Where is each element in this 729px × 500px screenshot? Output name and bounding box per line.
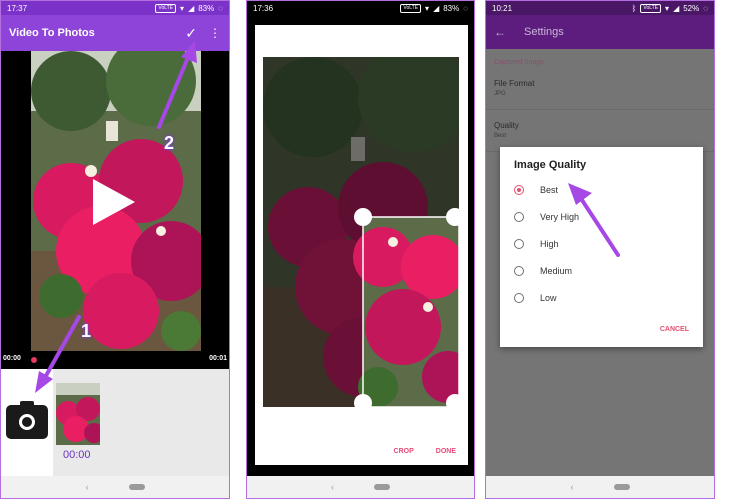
- back-icon[interactable]: ‹: [571, 482, 574, 492]
- battery-icon: ◌: [218, 3, 223, 13]
- status-bar: 17:36 VoLTE ▾ ◢ 83% ◌: [247, 1, 474, 15]
- radio-icon[interactable]: [514, 239, 524, 249]
- wifi-icon: ▾: [180, 3, 185, 13]
- option-medium[interactable]: Medium: [514, 264, 572, 278]
- phone-crop-screen: 17:36 VoLTE ▾ ◢ 83% ◌ CROP DONE ‹: [246, 0, 475, 499]
- crop-actions: CROP DONE: [394, 448, 456, 455]
- step-badge-2: 2: [164, 133, 175, 153]
- cancel-button[interactable]: CANCEL: [660, 326, 689, 333]
- option-label: Best: [540, 185, 559, 195]
- thumbnail-time: 00:00: [63, 449, 91, 461]
- page-title: Settings: [524, 26, 564, 38]
- back-icon[interactable]: ‹: [86, 482, 89, 492]
- option-label: Medium: [540, 266, 573, 276]
- time-end: 00:01: [209, 355, 227, 362]
- time-start: 00:00: [3, 355, 21, 362]
- phone-settings-screen: 10:21 ᛒ VoLTE ▾ ◢ 52% ◌ ← Settings Captu…: [485, 0, 715, 499]
- system-nav-bar: ‹: [247, 476, 474, 498]
- option-label: High: [540, 239, 559, 249]
- battery-icon: ◌: [703, 3, 708, 13]
- crop-dialog: CROP DONE: [255, 25, 468, 465]
- app-title: Video To Photos: [9, 27, 95, 39]
- app-bar: ← Settings: [486, 15, 714, 49]
- option-label: Low: [540, 293, 557, 303]
- option-low[interactable]: Low: [514, 291, 557, 305]
- step-badge-1: 1: [81, 321, 92, 341]
- wifi-icon: ▾: [425, 3, 430, 13]
- dialog-title: Image Quality: [514, 159, 587, 171]
- radio-icon[interactable]: [514, 293, 524, 303]
- status-time: 17:36: [253, 3, 274, 13]
- option-high[interactable]: High: [514, 237, 559, 251]
- camera-icon[interactable]: [6, 401, 48, 439]
- battery-level: 52%: [683, 3, 700, 13]
- radio-selected-icon[interactable]: [514, 185, 524, 195]
- crop-button[interactable]: CROP: [394, 448, 414, 455]
- bluetooth-icon: ᛒ: [631, 3, 637, 13]
- arrow-icon: [568, 183, 620, 257]
- crop-image[interactable]: [263, 57, 459, 407]
- arrow-icon: [157, 41, 197, 129]
- option-best[interactable]: Best: [514, 183, 558, 197]
- play-icon[interactable]: [93, 179, 135, 225]
- wifi-icon: ▾: [665, 3, 670, 13]
- signal-icon: ◢: [433, 3, 440, 13]
- radio-icon[interactable]: [514, 266, 524, 276]
- quality-value: Best: [494, 133, 507, 139]
- done-button[interactable]: DONE: [436, 448, 456, 455]
- section-header: Captured Image: [494, 59, 545, 66]
- signal-icon: ◢: [188, 3, 195, 13]
- battery-level: 83%: [443, 3, 460, 13]
- home-icon[interactable]: [128, 484, 145, 490]
- phone-video-to-photos: 17:37 VoLTE ▾ ◢ 83% ◌ Video To Photos ✓ …: [0, 0, 230, 499]
- battery-icon: ◌: [463, 3, 468, 13]
- system-nav-bar: ‹: [1, 476, 229, 498]
- battery-level: 83%: [198, 3, 215, 13]
- divider: [486, 109, 714, 110]
- system-nav-bar: ‹: [486, 476, 714, 498]
- overflow-menu-icon[interactable]: ⋮: [209, 26, 221, 40]
- volte-badge: VoLTE: [155, 3, 177, 13]
- volte-badge: VoLTE: [640, 3, 662, 13]
- status-time: 17:37: [7, 3, 28, 13]
- back-icon[interactable]: ‹: [331, 482, 334, 492]
- arrow-back-icon[interactable]: ←: [494, 25, 506, 39]
- quality-title[interactable]: Quality: [494, 121, 519, 130]
- home-icon[interactable]: [613, 484, 630, 490]
- volte-badge: VoLTE: [400, 3, 422, 13]
- home-icon[interactable]: [374, 484, 390, 490]
- status-bar: 10:21 ᛒ VoLTE ▾ ◢ 52% ◌: [486, 1, 714, 15]
- status-bar: 17:37 VoLTE ▾ ◢ 83% ◌: [1, 1, 229, 15]
- status-time: 10:21: [492, 3, 513, 13]
- file-format-value: JPG: [494, 91, 506, 97]
- radio-icon[interactable]: [514, 212, 524, 222]
- signal-icon: ◢: [673, 3, 680, 13]
- file-format-title[interactable]: File Format: [494, 79, 534, 88]
